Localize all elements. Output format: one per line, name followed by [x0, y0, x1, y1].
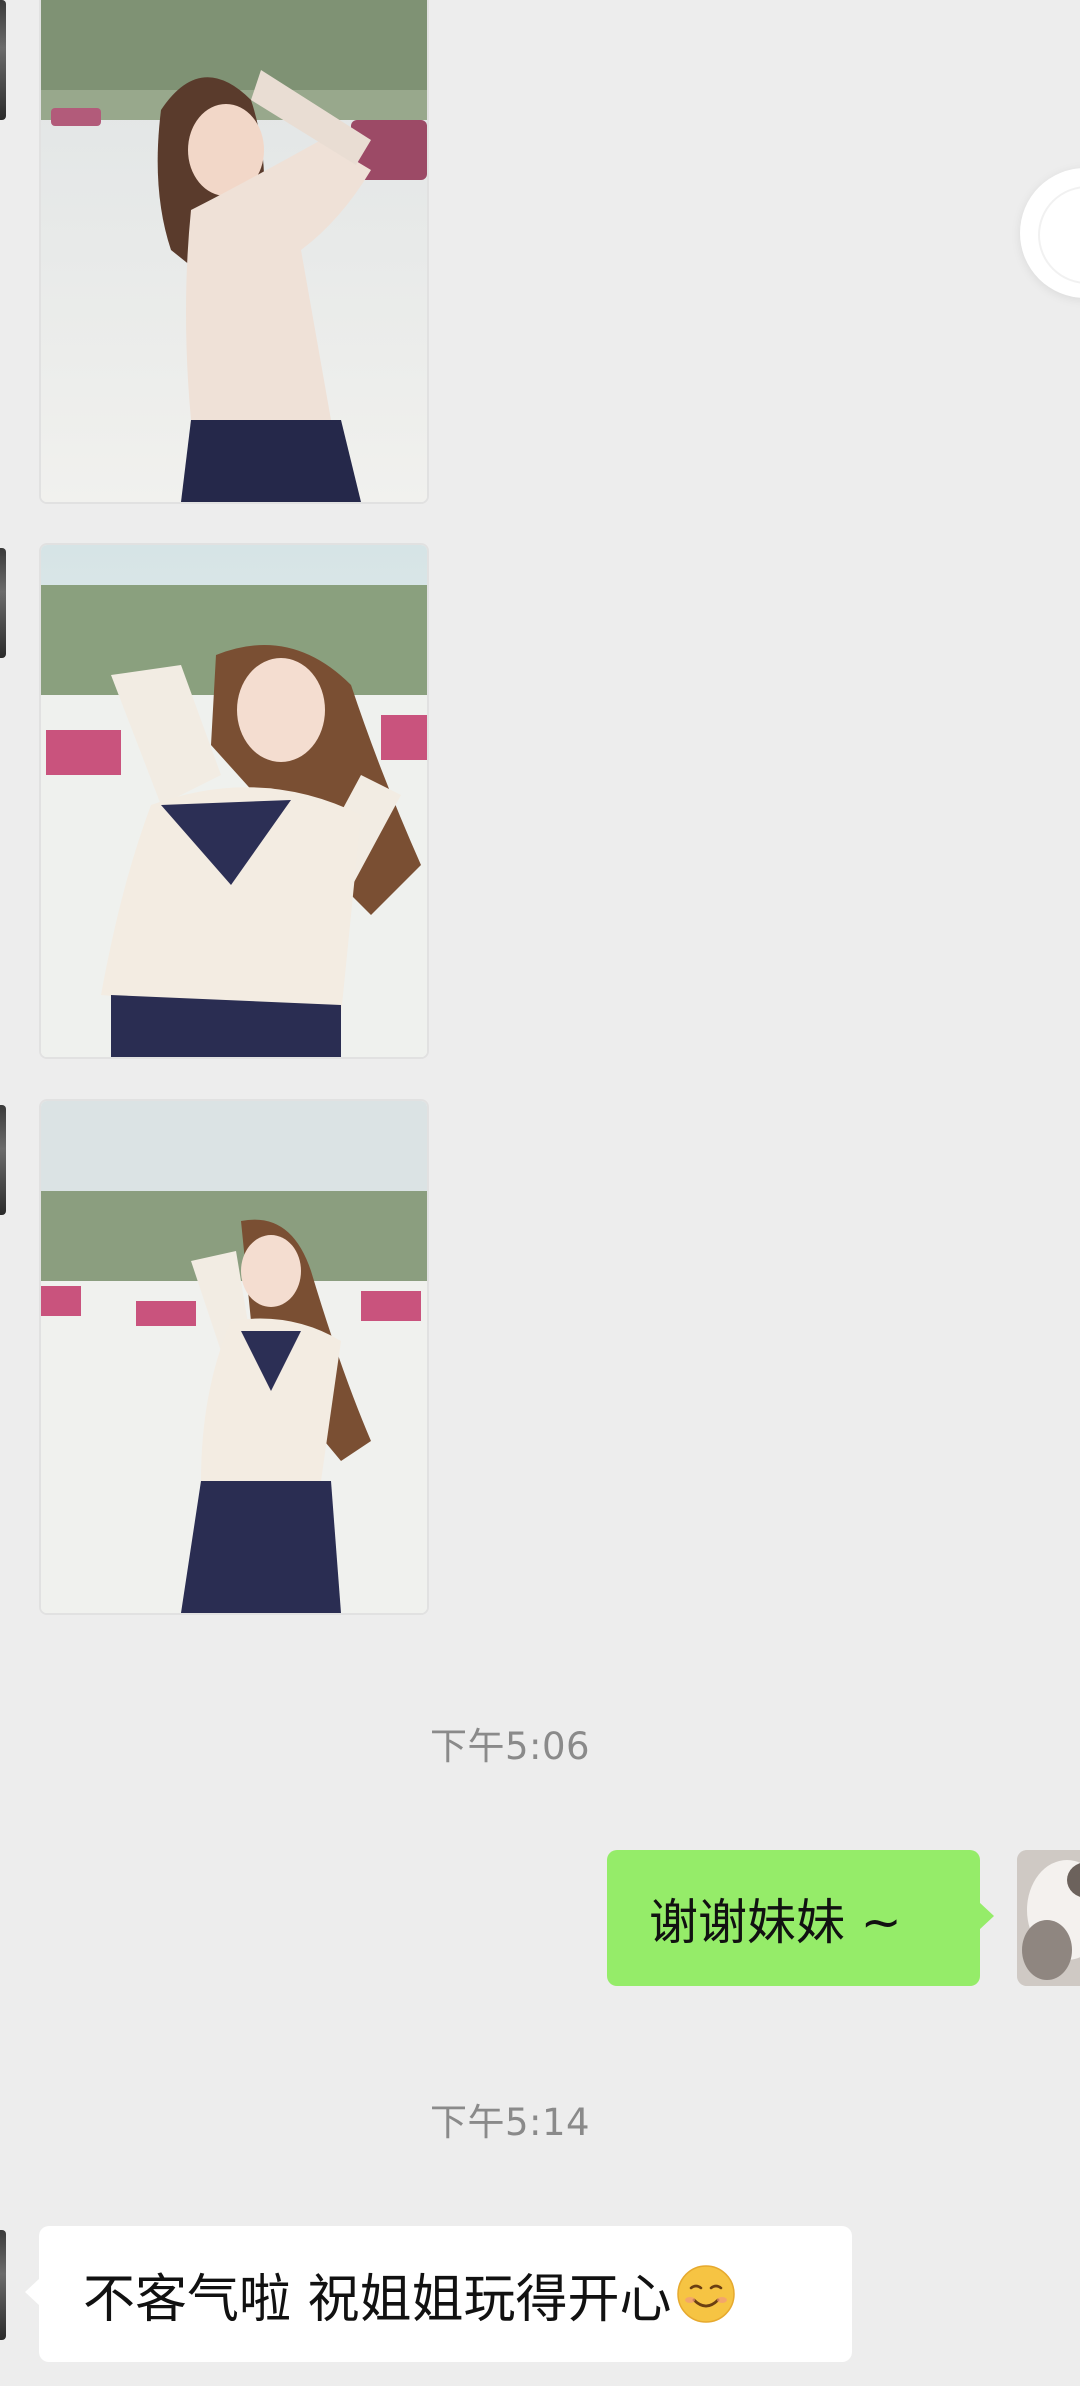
photo-message[interactable] [39, 543, 429, 1059]
photo-message[interactable] [39, 0, 429, 504]
sender-avatar[interactable] [0, 548, 6, 658]
self-avatar[interactable] [1017, 1850, 1080, 1986]
outgoing-message-text: 谢谢妹妹 ~ [649, 1893, 902, 1951]
photo-thumbnail [41, 545, 427, 1057]
incoming-message-text: 不客气啦 祝姐姐玩得开心 [83, 2269, 672, 2330]
floating-window-button[interactable] [1020, 168, 1080, 298]
outgoing-message-bubble[interactable]: 谢谢妹妹 ~ [607, 1850, 994, 1986]
sender-avatar[interactable] [0, 0, 6, 120]
message-timestamp: 下午5:14 [429, 2101, 591, 2144]
sender-avatar[interactable] [0, 2230, 6, 2340]
smiling-face-emoji-icon [676, 2265, 735, 2323]
chat-screen: 下午5:06 谢谢妹妹 ~ 下午5:14 不客气啦 祝姐姐玩得开心 [0, 0, 1080, 2386]
avatar-image [1017, 1850, 1080, 1986]
sender-avatar[interactable] [0, 1105, 6, 1215]
photo-message[interactable] [39, 1099, 429, 1615]
incoming-message-bubble[interactable]: 不客气啦 祝姐姐玩得开心 [25, 2226, 852, 2362]
message-timestamp: 下午5:06 [429, 1725, 591, 1768]
photo-thumbnail [41, 1101, 427, 1613]
photo-thumbnail [41, 0, 427, 502]
